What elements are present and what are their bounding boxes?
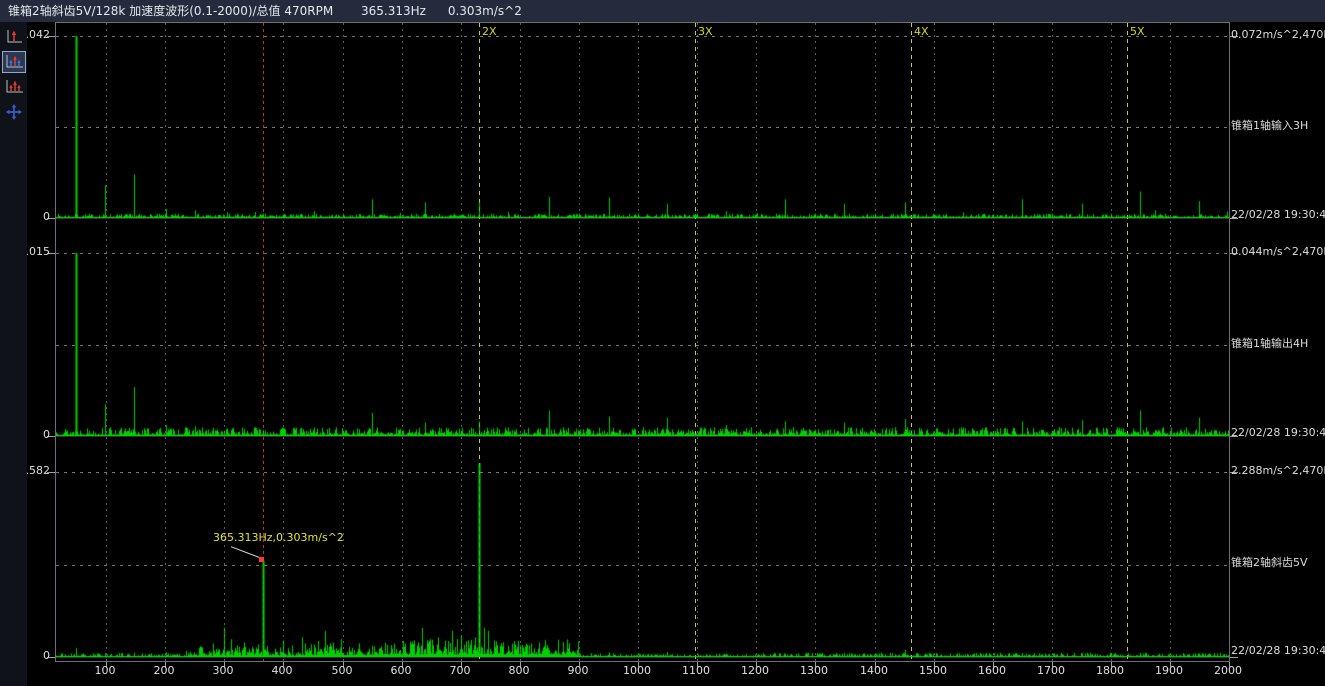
x-tick-label: 1500 bbox=[913, 664, 953, 677]
sideband-cursor-spectrum-icon[interactable] bbox=[3, 77, 25, 97]
cursor-frequency-readout: 365.313Hz bbox=[361, 4, 426, 18]
x-tick-label: 1000 bbox=[617, 664, 657, 677]
cursor-peak-dot bbox=[259, 557, 264, 562]
cursor-amplitude-readout: 0.303m/s^2 bbox=[448, 4, 522, 18]
channel-label-3: 锥箱2轴斜齿5V bbox=[1231, 556, 1325, 570]
toolbar bbox=[0, 22, 27, 686]
x-tick-label: 1800 bbox=[1090, 664, 1130, 677]
plot-area: 2X3X4X5X 0.042 0 0.015 0 0.582 0 0.072m/… bbox=[0, 0, 1325, 686]
x-tick-label: 1600 bbox=[972, 664, 1012, 677]
single-cursor-spectrum-icon[interactable] bbox=[3, 27, 25, 47]
title-bar: 锥箱2轴斜齿5V/128k 加速度波形(0.1-2000)/总值 470RPM … bbox=[0, 0, 1325, 22]
channel-label-2: 锥箱1轴输出4H bbox=[1231, 337, 1325, 351]
window-title: 锥箱2轴斜齿5V/128k 加速度波形(0.1-2000)/总值 470RPM bbox=[8, 4, 333, 18]
chart-frame: 2X 3X 4X 5X bbox=[55, 22, 1230, 662]
y-zero-gridline bbox=[56, 657, 1229, 658]
x-tick-label: 700 bbox=[440, 664, 480, 677]
x-tick-label: 800 bbox=[499, 664, 539, 677]
overall-value-label-3: 2.288m/s^2,470RPM bbox=[1231, 464, 1325, 478]
x-tick-label: 500 bbox=[322, 664, 362, 677]
x-tick-label: 600 bbox=[381, 664, 421, 677]
x-tick-label: 1400 bbox=[854, 664, 894, 677]
overall-value-label-2: 0.044m/s^2,470RPM bbox=[1231, 245, 1325, 259]
harmonic-cursor-spectrum-icon[interactable] bbox=[3, 52, 25, 72]
x-tick-label: 1100 bbox=[676, 664, 716, 677]
peak-annotation: 365.313Hz,0.303m/s^2 bbox=[213, 531, 344, 544]
timestamp-label-2: 22/02/28 19:30:48 bbox=[1231, 426, 1325, 440]
x-tick-label: 2000 bbox=[1208, 664, 1248, 677]
x-tick-label: 300 bbox=[203, 664, 243, 677]
x-tick-label: 1300 bbox=[794, 664, 834, 677]
spectrum-canvas-2[interactable] bbox=[56, 460, 1229, 657]
x-tick-label: 900 bbox=[558, 664, 598, 677]
harmonic-marker-label: 4X bbox=[914, 25, 929, 38]
pan-move-icon[interactable] bbox=[3, 102, 25, 122]
channel-label-1: 锥箱1轴输入3H bbox=[1231, 119, 1325, 133]
y-zero-gridline bbox=[56, 218, 1229, 219]
overall-value-label-1: 0.072m/s^2,470RPM bbox=[1231, 28, 1325, 42]
harmonic-marker-label: 5X bbox=[1130, 25, 1145, 38]
harmonic-marker-label: 3X bbox=[698, 25, 713, 38]
spectrum-canvas-1[interactable] bbox=[56, 241, 1229, 436]
timestamp-label-1: 22/02/28 19:30:48 bbox=[1231, 208, 1325, 222]
x-tick-label: 200 bbox=[144, 664, 184, 677]
spectrum-canvas-0[interactable] bbox=[56, 24, 1229, 218]
timestamp-label-3: 22/02/28 19:30:48 bbox=[1231, 644, 1325, 658]
x-tick-label: 100 bbox=[85, 664, 125, 677]
y-zero-gridline bbox=[56, 436, 1229, 437]
x-tick-label: 1900 bbox=[1149, 664, 1189, 677]
x-tick-label: 400 bbox=[262, 664, 302, 677]
x-tick-label: 1200 bbox=[735, 664, 775, 677]
harmonic-marker-label: 2X bbox=[482, 25, 497, 38]
x-tick-label: 1700 bbox=[1031, 664, 1071, 677]
